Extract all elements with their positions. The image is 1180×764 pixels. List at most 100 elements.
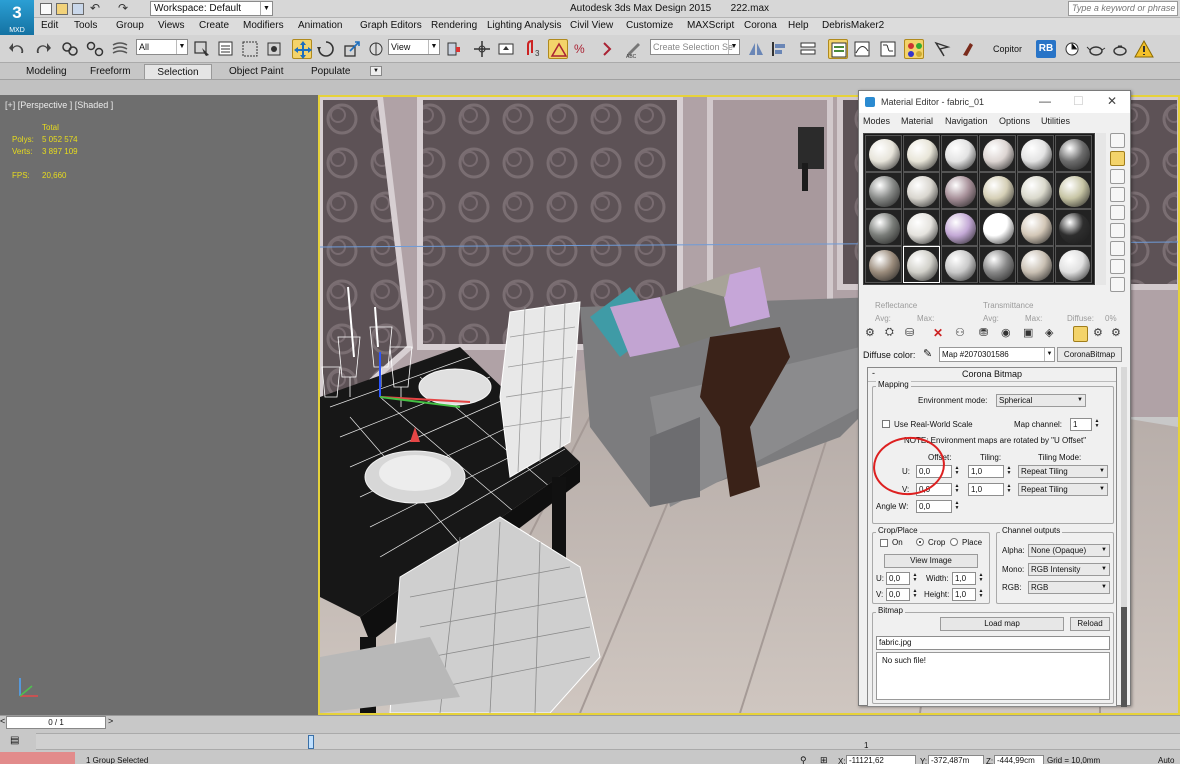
transform-type-in-icon[interactable]: ⊞ xyxy=(820,755,828,764)
sample-slot[interactable] xyxy=(979,172,1016,209)
menu-corona[interactable]: Corona xyxy=(744,20,777,31)
sample-slot[interactable] xyxy=(979,135,1016,172)
rectangular-selection-icon[interactable] xyxy=(240,39,260,59)
select-by-name-icon[interactable] xyxy=(216,39,236,59)
sample-slot[interactable] xyxy=(1055,135,1092,172)
menu-group[interactable]: Group xyxy=(116,20,144,31)
view-image-button[interactable]: View Image xyxy=(884,554,978,568)
spinner-icon[interactable]: ▲ ▼ xyxy=(953,466,961,477)
script-icon[interactable] xyxy=(1062,39,1082,59)
sample-slot[interactable] xyxy=(865,135,902,172)
sample-slot[interactable] xyxy=(941,246,978,283)
rb-button[interactable]: RB xyxy=(1036,40,1056,58)
select-object-icon[interactable] xyxy=(192,39,212,59)
scrollbar-thumb[interactable] xyxy=(1121,607,1127,707)
sample-slot[interactable] xyxy=(1055,172,1092,209)
curve-editor-icon[interactable] xyxy=(852,39,872,59)
sample-slots-scrollbar[interactable] xyxy=(1096,133,1106,285)
graphite-toolbar-icon[interactable] xyxy=(828,39,848,59)
sample-slot[interactable] xyxy=(1017,135,1054,172)
show-shaded-icon[interactable]: ▣ xyxy=(1023,326,1038,342)
keyboard-shortcut-icon[interactable] xyxy=(496,39,516,59)
menu-edit[interactable]: Edit xyxy=(41,20,58,31)
map-channel-input[interactable]: 1 ▲ ▼ xyxy=(1070,418,1099,431)
put-to-scene-icon[interactable]: ⛭ xyxy=(885,326,900,342)
redo-icon[interactable] xyxy=(32,39,52,59)
layer-manager-icon[interactable] xyxy=(798,39,818,59)
sample-slot[interactable] xyxy=(903,172,940,209)
me-menu-options[interactable]: Options xyxy=(999,116,1030,126)
go-forward-icon[interactable]: ⚙ xyxy=(1093,326,1108,342)
spinner-icon[interactable]: ▲ ▼ xyxy=(911,573,919,584)
window-crossing-icon[interactable] xyxy=(264,39,284,59)
sample-slot[interactable] xyxy=(1017,209,1054,246)
menu-views[interactable]: Views xyxy=(158,20,185,31)
open-file-icon[interactable] xyxy=(56,3,68,15)
menu-tools[interactable]: Tools xyxy=(74,20,97,31)
copitor-label[interactable]: Copitor xyxy=(993,44,1022,54)
select-and-move-icon[interactable] xyxy=(292,39,312,59)
named-selection-set-dropdown[interactable]: Create Selection Se ▼ xyxy=(650,39,740,55)
u-tiling-mode-dropdown[interactable]: Repeat Tiling ▼ xyxy=(1018,465,1108,478)
spinner-icon[interactable]: ▲ ▼ xyxy=(1093,419,1101,430)
tab-populate[interactable]: Populate xyxy=(303,64,358,79)
teapot-2-icon[interactable] xyxy=(1110,39,1130,59)
select-and-rotate-icon[interactable] xyxy=(316,39,336,59)
undo-quick-icon[interactable]: ↶ xyxy=(90,1,100,15)
me-menu-material[interactable]: Material xyxy=(901,116,933,126)
minimize-icon[interactable]: — xyxy=(1039,94,1051,108)
sample-slot[interactable] xyxy=(903,135,940,172)
show-end-result-icon[interactable]: ◈ xyxy=(1045,326,1060,342)
x-coord-input[interactable]: -11121,62 xyxy=(846,755,916,764)
frame-indicator[interactable]: 0 / 1 xyxy=(6,716,106,729)
sample-slot[interactable] xyxy=(941,172,978,209)
v-tiling-input[interactable]: 1,0 ▲ ▼ xyxy=(968,483,1011,496)
sample-slot[interactable] xyxy=(979,246,1016,283)
mini-curve-editor-icon[interactable]: ▤ xyxy=(10,735,19,746)
spinner-icon[interactable]: ▲ ▼ xyxy=(911,589,919,600)
u-tiling-input[interactable]: 1,0 ▲ ▼ xyxy=(968,465,1011,478)
bitmap-path-input[interactable]: fabric.jpg xyxy=(876,636,1110,650)
select-by-material-icon[interactable] xyxy=(1110,259,1125,274)
sample-slot[interactable] xyxy=(903,209,940,246)
crop-u-input[interactable]: 0,0 ▲ ▼ xyxy=(886,572,917,585)
maxscript-listener-box[interactable] xyxy=(0,752,75,764)
assign-to-selection-icon[interactable]: ⛁ xyxy=(905,326,920,342)
viewport-label[interactable]: [+] [Perspective ] [Shaded ] xyxy=(5,100,113,110)
spinner-icon[interactable]: ▲ ▼ xyxy=(1005,484,1013,495)
tab-object-paint[interactable]: Object Paint xyxy=(221,64,291,79)
get-material-icon[interactable]: ⚙ xyxy=(865,326,880,342)
crop-v-input[interactable]: 0,0 ▲ ▼ xyxy=(886,588,917,601)
mirror-icon[interactable] xyxy=(746,39,766,59)
selection-filter-dropdown[interactable]: All ▼ xyxy=(136,39,188,55)
schematic-view-icon[interactable] xyxy=(878,39,898,59)
menu-civil-view[interactable]: Civil View xyxy=(570,20,613,31)
lock-selection-icon[interactable]: ⚲ xyxy=(800,755,807,764)
menu-create[interactable]: Create xyxy=(199,20,229,31)
workspace-dropdown[interactable]: Workspace: Default ▼ xyxy=(150,1,273,16)
auto-key-button[interactable]: Auto xyxy=(1158,756,1174,764)
material-editor-titlebar[interactable]: Material Editor - fabric_01 — ☐ ✕ xyxy=(859,91,1130,113)
menu-animation[interactable]: Animation xyxy=(298,20,342,31)
material-map-navigator-icon[interactable] xyxy=(1110,277,1125,292)
make-preview-icon[interactable] xyxy=(1110,223,1125,238)
make-unique-icon[interactable]: ⚇ xyxy=(955,326,970,342)
unlink-icon[interactable] xyxy=(85,39,105,59)
sample-slot[interactable] xyxy=(1055,209,1092,246)
background-icon[interactable] xyxy=(1110,169,1125,184)
close-icon[interactable]: ✕ xyxy=(1107,94,1117,108)
alpha-dropdown[interactable]: None (Opaque) ▼ xyxy=(1028,544,1110,557)
map-type-button[interactable]: CoronaBitmap xyxy=(1057,347,1122,362)
redo-quick-icon[interactable]: ↷ xyxy=(118,1,128,15)
align-icon[interactable] xyxy=(770,39,790,59)
rollout-collapse-icon[interactable]: - xyxy=(872,368,875,378)
timeslider-prev-icon[interactable]: < xyxy=(0,716,5,726)
load-map-button[interactable]: Load map xyxy=(940,617,1064,631)
bind-space-warp-icon[interactable] xyxy=(110,39,130,59)
pivot-center-icon[interactable] xyxy=(444,39,464,59)
spinner-icon[interactable]: ▲ ▼ xyxy=(977,589,985,600)
options-icon[interactable] xyxy=(1110,241,1125,256)
material-id-channel-icon[interactable]: ◉ xyxy=(1001,326,1016,342)
sample-slot[interactable] xyxy=(1055,246,1092,283)
snaps-toggle-icon[interactable]: 3 xyxy=(524,39,544,59)
